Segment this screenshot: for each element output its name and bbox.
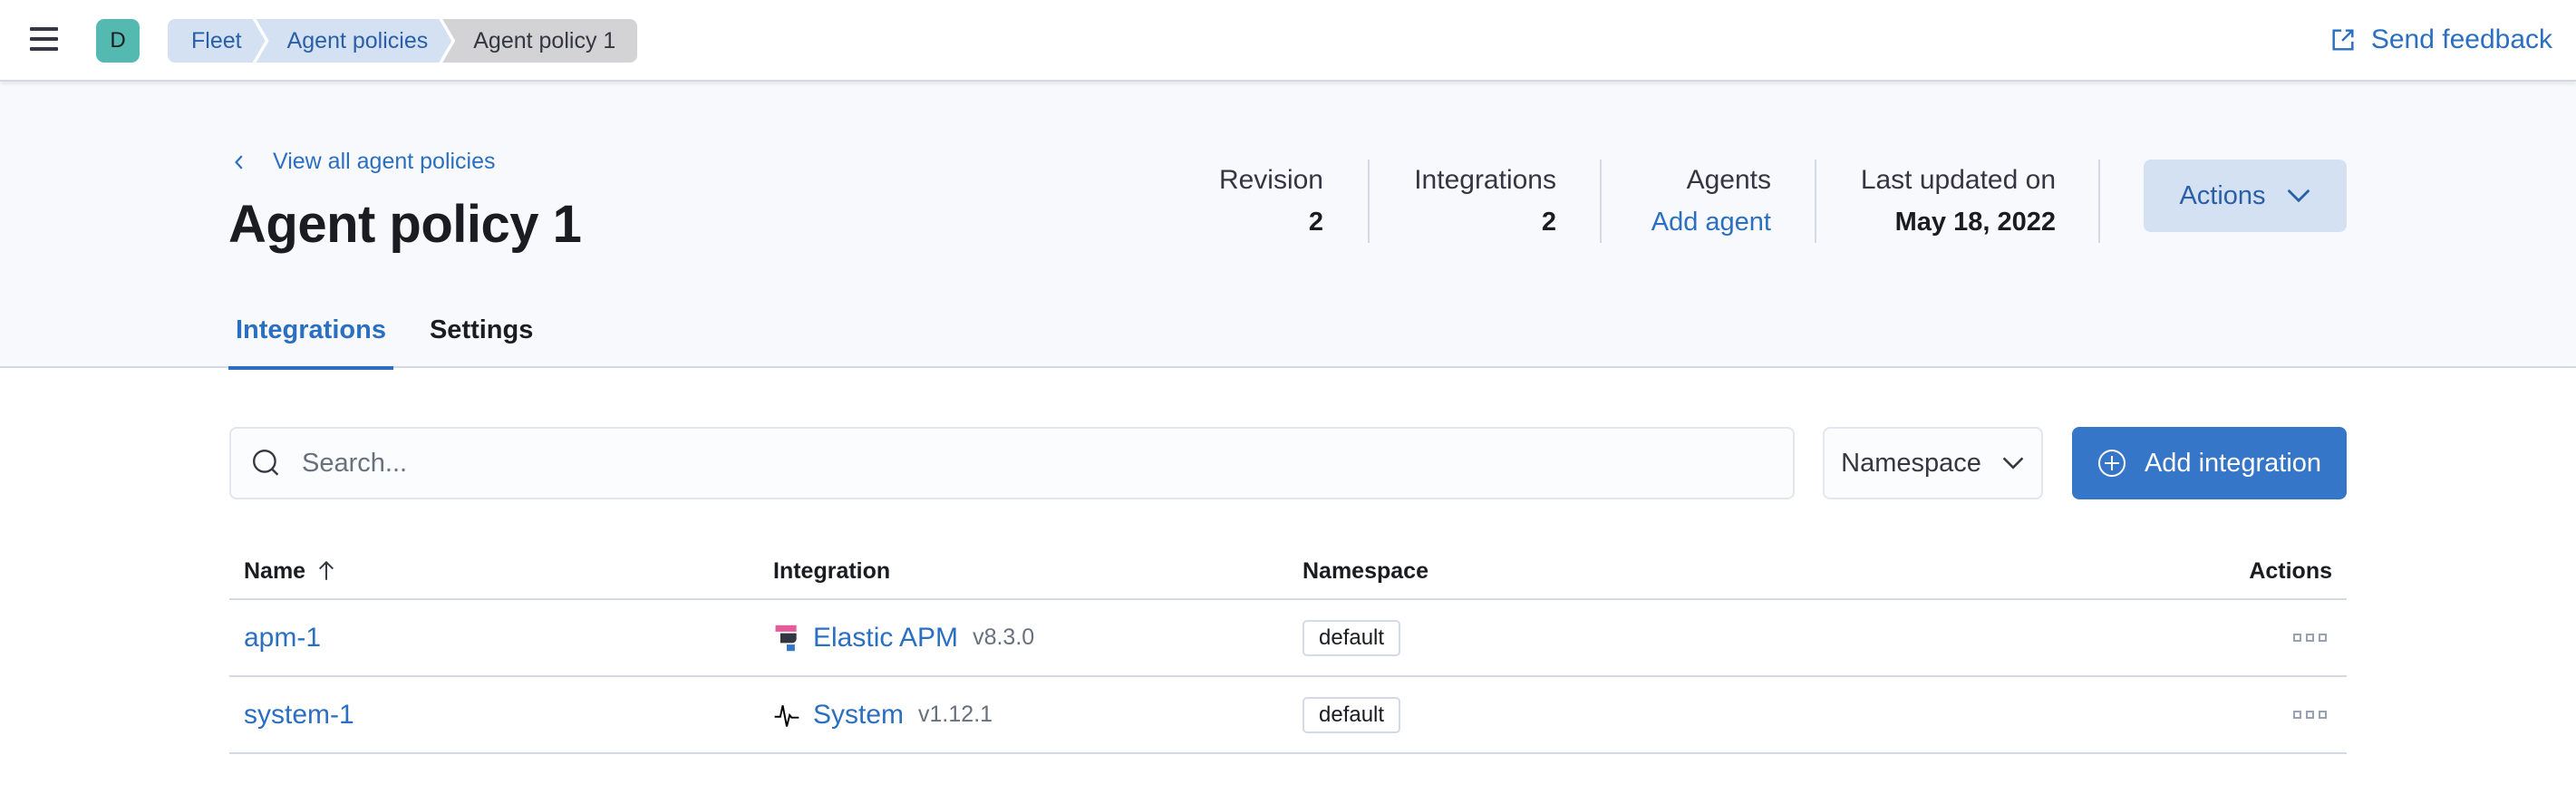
stat-revision-value: 2 xyxy=(1308,208,1323,237)
divider xyxy=(2098,160,2100,243)
hamburger-icon-bar xyxy=(30,47,58,51)
stat-agents-label: Agents xyxy=(1686,165,1771,195)
column-header-actions: Actions xyxy=(2249,557,2332,584)
breadcrumb: Fleet Agent policies Agent policy 1 xyxy=(168,19,638,63)
column-name-label: Name xyxy=(244,557,306,584)
table-row: system-1 System v1.12.1 default xyxy=(229,677,2347,754)
stat-agents: Agents Add agent xyxy=(1632,160,1771,243)
integration-link[interactable]: Elastic APM xyxy=(813,623,958,654)
integration-cell: Elastic APM v8.3.0 xyxy=(773,623,1034,654)
top-header: D Fleet Agent policies Agent policy 1 Se… xyxy=(0,0,2576,82)
integration-cell: System v1.12.1 xyxy=(773,700,993,731)
user-avatar[interactable]: D xyxy=(96,19,140,63)
column-header-integration: Integration xyxy=(773,557,891,584)
column-header-name[interactable]: Name xyxy=(244,558,336,585)
breadcrumb-current: Agent policy 1 xyxy=(442,19,638,63)
stat-revision-label: Revision xyxy=(1218,165,1323,195)
tab-bar: Integrations Settings xyxy=(228,292,569,370)
hamburger-icon-bar xyxy=(30,37,58,41)
dot xyxy=(2306,711,2314,719)
integration-link[interactable]: System xyxy=(813,700,904,731)
page-title: Agent policy 1 xyxy=(228,195,582,254)
stat-last-updated: Last updated on May 18, 2022 xyxy=(1849,160,2056,243)
view-all-policies-link[interactable]: View all agent policies xyxy=(231,149,496,175)
table-row: apm-1 Elastic APM v8.3.0 default xyxy=(229,600,2347,677)
tab-settings[interactable]: Settings xyxy=(422,292,540,368)
dot xyxy=(2319,711,2327,719)
namespace-filter-label: Namespace xyxy=(1841,448,1981,478)
tab-integrations[interactable]: Integrations xyxy=(228,292,393,370)
chevron-down-icon xyxy=(2287,189,2310,203)
column-header-namespace: Namespace xyxy=(1303,557,1428,584)
table-header: Name Integration Namespace Actions xyxy=(229,544,2347,600)
search-icon xyxy=(253,450,279,476)
namespace-badge: default xyxy=(1303,696,1401,733)
actions-menu-button[interactable]: Actions xyxy=(2144,160,2347,232)
row-actions-button[interactable] xyxy=(2288,628,2332,647)
plus-in-circle-icon xyxy=(2097,450,2126,477)
namespace-badge: default xyxy=(1303,619,1401,656)
chevron-left-icon xyxy=(235,154,243,169)
add-integration-button[interactable]: Add integration xyxy=(2072,427,2347,499)
stat-updated-value: May 18, 2022 xyxy=(1894,208,2056,237)
sort-ascending-icon xyxy=(319,560,334,580)
row-actions-button[interactable] xyxy=(2288,705,2332,724)
dot xyxy=(2306,634,2314,642)
namespace-filter-button[interactable]: Namespace xyxy=(1823,427,2043,499)
integrations-table: Name Integration Namespace Actions apm-1… xyxy=(229,544,2347,754)
integration-version: v1.12.1 xyxy=(918,702,993,727)
divider xyxy=(1368,160,1370,243)
external-link-icon xyxy=(2332,29,2354,51)
add-agent-link[interactable]: Add agent xyxy=(1632,201,1771,243)
breadcrumb-fleet[interactable]: Fleet xyxy=(168,19,266,63)
system-pulse-icon xyxy=(774,704,799,727)
stat-integrations-label: Integrations xyxy=(1414,165,1556,195)
policy-name-link[interactable]: system-1 xyxy=(244,700,354,730)
divider xyxy=(1600,160,1602,243)
policy-name-link[interactable]: apm-1 xyxy=(244,623,321,653)
send-feedback-label: Send feedback xyxy=(2370,24,2552,54)
actions-label: Actions xyxy=(2179,180,2266,210)
search-input[interactable] xyxy=(302,448,1752,479)
back-link-label: View all agent policies xyxy=(273,149,496,174)
send-feedback-link[interactable]: Send feedback xyxy=(2329,22,2552,58)
stat-integrations-value: 2 xyxy=(1541,208,1556,237)
breadcrumb-agent-policies[interactable]: Agent policies xyxy=(257,19,452,63)
dot xyxy=(2319,634,2327,642)
hamburger-icon xyxy=(30,27,58,31)
divider xyxy=(1815,160,1816,243)
stat-revision: Revision 2 xyxy=(1206,160,1323,243)
stat-updated-label: Last updated on xyxy=(1860,165,2056,195)
page-header: View all agent policies Agent policy 1 R… xyxy=(0,83,2576,370)
add-integration-label: Add integration xyxy=(2144,448,2322,478)
boxes-horizontal-icon xyxy=(2293,711,2301,719)
search-field[interactable] xyxy=(229,427,1795,499)
boxes-horizontal-icon xyxy=(2293,634,2301,642)
menu-toggle-button[interactable] xyxy=(27,25,63,54)
chevron-down-icon xyxy=(2002,457,2024,470)
stat-integrations: Integrations 2 xyxy=(1396,160,1556,243)
elastic-apm-icon xyxy=(775,625,797,651)
integration-version: v8.3.0 xyxy=(973,625,1035,650)
